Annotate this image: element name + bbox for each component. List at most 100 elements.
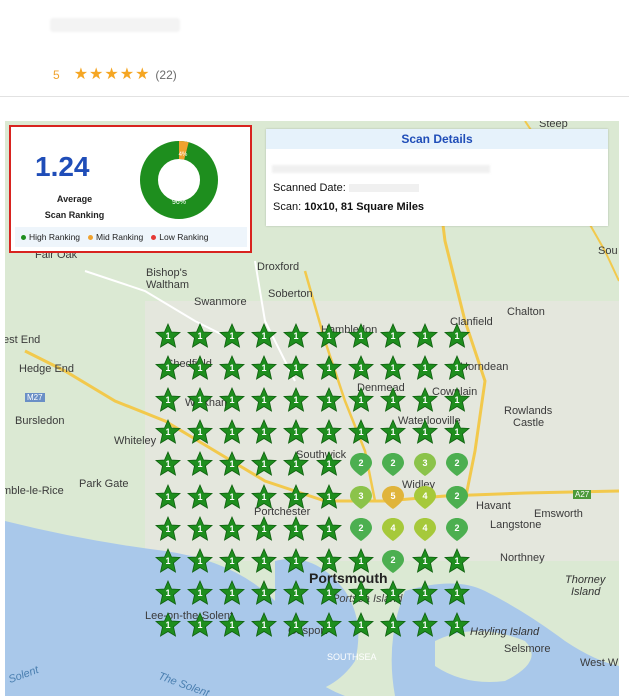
rank-star-pin[interactable]: 1: [315, 547, 342, 574]
rank-star-pin[interactable]: 1: [187, 451, 214, 477]
rank-star-pin[interactable]: 1: [251, 323, 278, 349]
rank-star-pin[interactable]: 1: [315, 419, 342, 445]
rank-bubble-pin[interactable]: 2: [444, 451, 470, 477]
rank-star-pin[interactable]: 1: [251, 579, 278, 606]
rank-star-pin[interactable]: 1: [187, 579, 214, 606]
rank-star-pin[interactable]: 1: [315, 483, 342, 510]
rank-star-pin[interactable]: 1: [379, 579, 406, 606]
rank-star-pin[interactable]: 1: [411, 387, 438, 413]
rank-star-pin[interactable]: 1: [187, 515, 214, 542]
rank-star-pin[interactable]: 1: [379, 611, 406, 638]
rank-bubble-pin[interactable]: 3: [412, 451, 438, 477]
rank-bubble-pin[interactable]: 4: [380, 516, 406, 542]
rank-star-pin[interactable]: 1: [187, 611, 214, 638]
rank-star-pin[interactable]: 1: [155, 451, 181, 477]
rank-star-pin[interactable]: 1: [347, 547, 374, 574]
rank-star-pin[interactable]: 1: [411, 419, 438, 445]
rank-star-pin[interactable]: 1: [219, 483, 246, 510]
rank-star-pin[interactable]: 1: [219, 419, 246, 445]
rank-star-pin[interactable]: 1: [411, 611, 438, 638]
rank-star-pin[interactable]: 1: [155, 579, 181, 606]
rank-star-pin[interactable]: 1: [155, 323, 181, 349]
rank-star-pin[interactable]: 1: [155, 611, 181, 638]
rank-star-pin[interactable]: 1: [251, 515, 278, 542]
rank-star-pin[interactable]: 1: [251, 419, 278, 445]
rank-bubble-pin[interactable]: 2: [444, 484, 470, 510]
rank-star-pin[interactable]: 1: [187, 323, 214, 349]
rank-star-pin[interactable]: 1: [283, 515, 310, 542]
rank-star-pin[interactable]: 1: [187, 547, 214, 574]
rank-star-pin[interactable]: 1: [283, 323, 310, 349]
rank-star-pin[interactable]: 1: [219, 515, 246, 542]
rank-star-pin[interactable]: 1: [187, 387, 214, 413]
rank-star-pin[interactable]: 1: [283, 419, 310, 445]
rank-star-pin[interactable]: 1: [443, 547, 470, 574]
rank-star-pin[interactable]: 1: [283, 547, 310, 574]
rank-star-pin[interactable]: 1: [283, 387, 310, 413]
rank-star-pin[interactable]: 1: [187, 419, 214, 445]
rank-star-pin[interactable]: 1: [251, 547, 278, 574]
rank-star-pin[interactable]: 1: [347, 611, 374, 638]
rank-star-pin[interactable]: 1: [347, 419, 374, 445]
rank-star-pin[interactable]: 1: [379, 387, 406, 413]
rank-star-pin[interactable]: 1: [315, 323, 342, 349]
rank-star-pin[interactable]: 1: [443, 323, 470, 349]
rank-star-pin[interactable]: 1: [315, 515, 342, 542]
rank-bubble-pin[interactable]: 4: [412, 516, 438, 542]
rank-bubble-pin[interactable]: 4: [412, 484, 438, 510]
rank-bubble-pin[interactable]: 2: [348, 451, 374, 477]
rank-star-pin[interactable]: 1: [251, 355, 278, 381]
rank-bubble-pin[interactable]: 2: [444, 516, 470, 542]
rank-bubble-pin[interactable]: 2: [348, 516, 374, 542]
rank-star-pin[interactable]: 1: [443, 579, 470, 606]
rank-star-pin[interactable]: 1: [219, 611, 246, 638]
rank-star-pin[interactable]: 1: [219, 387, 246, 413]
rank-star-pin[interactable]: 1: [283, 579, 310, 606]
rank-star-pin[interactable]: 1: [219, 355, 246, 381]
rank-star-pin[interactable]: 1: [155, 483, 181, 510]
rank-star-pin[interactable]: 1: [315, 611, 342, 638]
rank-bubble-pin[interactable]: 2: [380, 451, 406, 477]
rank-star-pin[interactable]: 1: [283, 355, 310, 381]
rank-star-pin[interactable]: 1: [347, 323, 374, 349]
rank-star-pin[interactable]: 1: [283, 483, 310, 510]
rank-star-pin[interactable]: 1: [251, 451, 278, 477]
rank-star-pin[interactable]: 1: [219, 579, 246, 606]
rank-star-pin[interactable]: 1: [347, 579, 374, 606]
rank-star-pin[interactable]: 1: [411, 579, 438, 606]
rank-star-pin[interactable]: 1: [315, 355, 342, 381]
rank-star-pin[interactable]: 1: [443, 611, 470, 638]
rank-star-pin[interactable]: 1: [379, 355, 406, 381]
rank-star-pin[interactable]: 1: [347, 387, 374, 413]
rank-star-pin[interactable]: 1: [411, 323, 438, 349]
rank-star-pin[interactable]: 1: [411, 355, 438, 381]
rank-star-pin[interactable]: 1: [379, 419, 406, 445]
rank-bubble-pin[interactable]: 5: [380, 484, 406, 510]
rank-star-pin[interactable]: 1: [219, 547, 246, 574]
rank-bubble-pin[interactable]: 2: [380, 548, 406, 574]
rank-star-pin[interactable]: 1: [155, 515, 181, 542]
rank-star-pin[interactable]: 1: [443, 419, 470, 445]
rank-star-pin[interactable]: 1: [155, 387, 181, 413]
rank-star-pin[interactable]: 1: [155, 547, 181, 574]
rank-star-pin[interactable]: 1: [283, 611, 310, 638]
rank-star-pin[interactable]: 1: [411, 547, 438, 574]
rank-star-pin[interactable]: 1: [315, 387, 342, 413]
rank-star-pin[interactable]: 1: [379, 323, 406, 349]
rank-star-pin[interactable]: 1: [155, 419, 181, 445]
rank-star-pin[interactable]: 1: [187, 355, 214, 381]
rank-star-pin[interactable]: 1: [283, 451, 310, 477]
rank-star-pin[interactable]: 1: [155, 355, 181, 381]
rank-bubble-pin[interactable]: 3: [348, 484, 374, 510]
rank-star-pin[interactable]: 1: [443, 355, 470, 381]
rank-star-pin[interactable]: 1: [219, 323, 246, 349]
rank-star-pin[interactable]: 1: [219, 451, 246, 477]
rank-star-pin[interactable]: 1: [315, 451, 342, 477]
rank-star-pin[interactable]: 1: [315, 579, 342, 606]
rank-star-pin[interactable]: 1: [251, 387, 278, 413]
rank-star-pin[interactable]: 1: [251, 611, 278, 638]
rank-star-pin[interactable]: 1: [187, 483, 214, 510]
rank-star-pin[interactable]: 1: [251, 483, 278, 510]
rank-star-pin[interactable]: 1: [347, 355, 374, 381]
rank-star-pin[interactable]: 1: [443, 387, 470, 413]
